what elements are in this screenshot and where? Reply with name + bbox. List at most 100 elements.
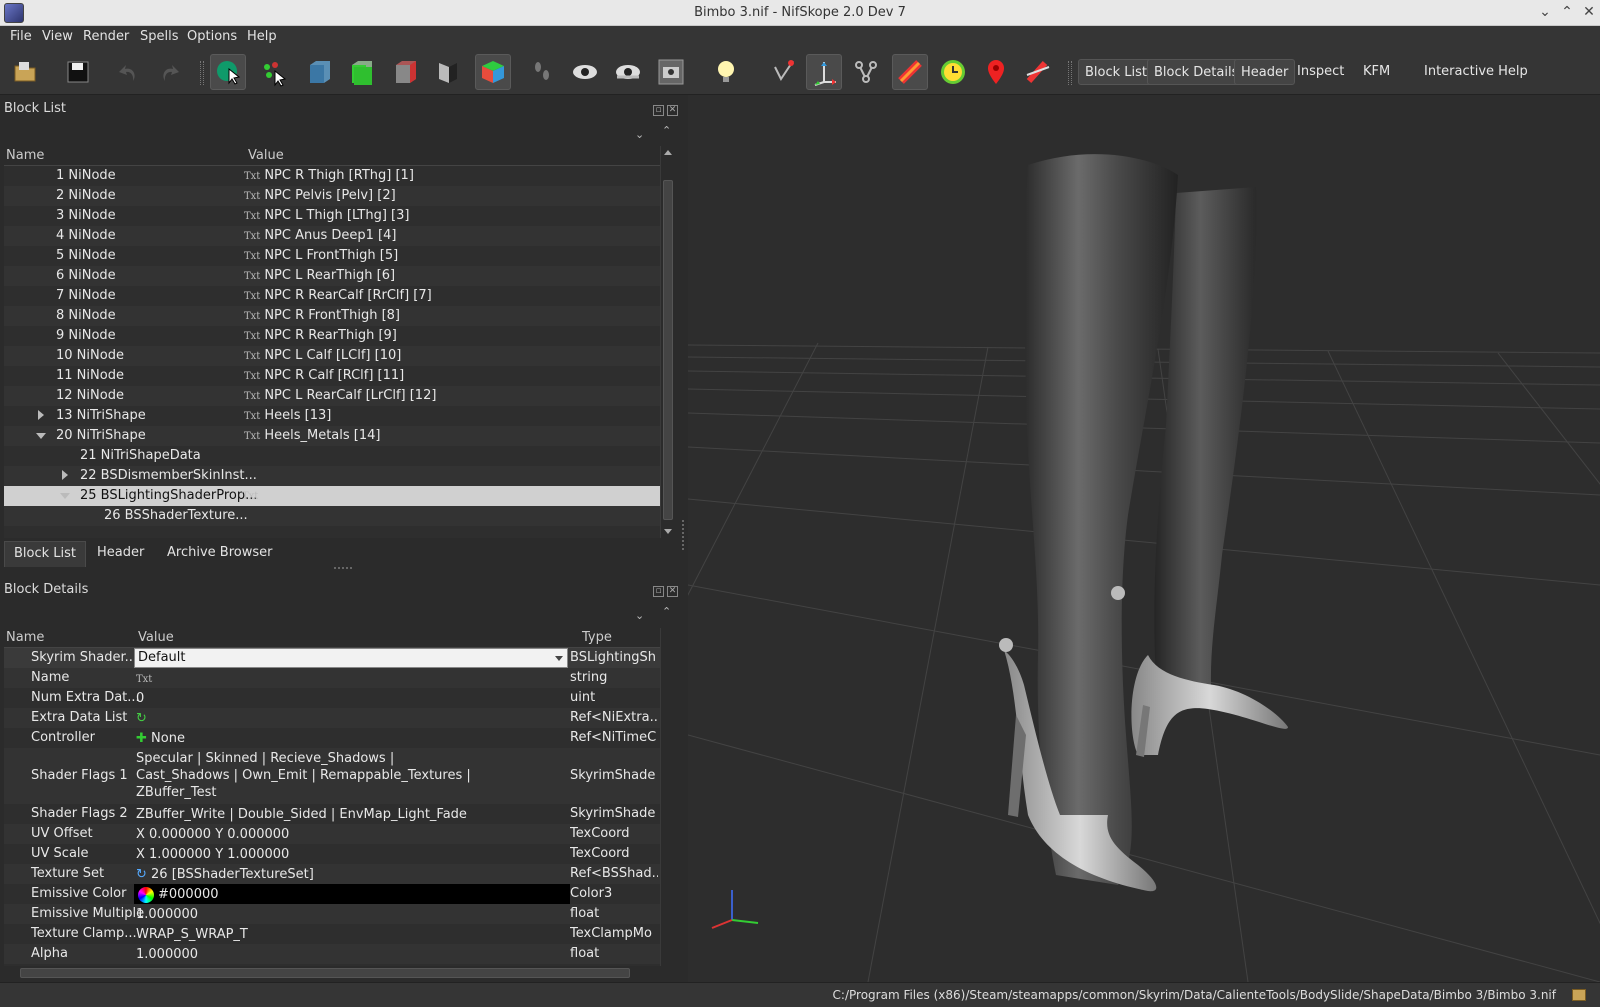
tab-archive-browser[interactable]: Archive Browser [158,541,281,567]
detail-row[interactable]: UV Offset X 0.000000 Y 0.000000 TexCoord [4,824,660,844]
view-perspective-icon[interactable] [475,54,511,90]
redo-icon[interactable] [152,54,188,90]
node-tree-icon[interactable] [848,54,884,90]
chevron-down-icon[interactable] [555,656,563,661]
eye-hidden-icon[interactable] [610,54,646,90]
block-list-scrollbar[interactable] [660,146,674,538]
block-list-toggle[interactable]: Block List [1078,59,1155,85]
shader-type-combo[interactable]: Default [134,648,568,668]
detail-row[interactable]: Alpha 1.000000 float [4,944,660,964]
menu-file[interactable]: File [10,29,32,44]
detail-value[interactable]: ↻ [136,710,147,727]
select-object-icon[interactable] [210,54,246,90]
menu-spells[interactable]: Spells [140,29,179,44]
detail-value[interactable]: ✚ None [136,730,185,747]
detail-value[interactable]: Txt [136,670,156,688]
close-icon[interactable]: ✕ [1580,3,1598,21]
detail-row[interactable]: Shader Flags 2 ZBuffer_Write | Double_Sid… [4,804,660,824]
block-list-row[interactable]: 25 BSLightingShaderProp... Txt [4,486,660,506]
column-value[interactable]: Value [248,148,284,163]
detail-row[interactable]: Skyrim Shader... Default BSLightingSh [4,648,660,668]
menu-render[interactable]: Render [83,29,129,44]
texture-icon[interactable] [892,54,928,90]
render-viewport[interactable] [688,95,1600,982]
block-list-row[interactable]: 12 NiNode Txt NPC L RearCalf [LrClf] [12] [4,386,660,406]
column-name[interactable]: Name [6,630,44,645]
detail-value[interactable]: Specular | Skinned | Recieve_Shadows | Ca… [136,750,471,801]
view-side-icon[interactable] [344,54,380,90]
detail-row[interactable]: Emissive Multiple 1.000000 float [4,904,660,924]
float-icon[interactable]: ▫ [653,586,664,597]
block-list-row[interactable]: 8 NiNode Txt NPC R FrontThigh [8] [4,306,660,326]
refresh-icon[interactable]: ↻ [136,711,147,726]
block-list-row[interactable]: 21 NiTriShapeData [4,446,660,466]
collapse-all-icon[interactable]: ⌄ [635,609,644,622]
maximize-icon[interactable]: ⌃ [1558,3,1576,21]
view-walk-icon[interactable] [430,54,466,90]
block-details-table[interactable]: Name Value Type Skyrim Shader... Default B… [4,628,662,966]
add-icon[interactable]: ✚ [136,731,151,746]
block-details-toggle[interactable]: Block Details [1147,59,1246,85]
float-icon[interactable]: ▫ [653,105,664,116]
panel-splitter-handle[interactable] [334,567,352,569]
block-list-row[interactable]: 9 NiNode Txt NPC R RearThigh [9] [4,326,660,346]
header-toggle[interactable]: Header [1234,59,1296,85]
detail-value[interactable]: X 0.000000 Y 0.000000 [136,826,289,843]
link-icon[interactable]: ↻ [136,867,151,882]
menu-help[interactable]: Help [247,29,277,44]
light-bulb-icon[interactable] [708,54,744,90]
detail-row[interactable]: Texture Clamp... WRAP_S_WRAP_T TexClampMo [4,924,660,944]
menu-view[interactable]: View [42,29,73,44]
close-dock-icon[interactable]: ✕ [667,105,678,116]
detail-value[interactable]: 1.000000 [136,906,198,923]
block-list-row[interactable]: 13 NiTriShape Txt Heels [13] [4,406,660,426]
pointer-icon[interactable] [764,54,800,90]
block-list-row[interactable]: 2 NiNode Txt NPC Pelvis [Pelv] [2] [4,186,660,206]
expand-arrow-icon[interactable] [62,470,68,480]
open-icon[interactable] [8,54,44,90]
block-list-row[interactable]: 1 NiNode Txt NPC R Thigh [RThg] [1] [4,166,660,186]
detail-row[interactable]: Controller ✚ None Ref<NiTimeC [4,728,660,748]
expand-arrow-icon[interactable] [38,410,44,420]
scroll-down-icon[interactable] [664,529,672,534]
pin-icon[interactable] [978,54,1014,90]
detail-value[interactable]: ZBuffer_Write | Double_Sided | EnvMap_Li… [136,806,467,823]
expand-all-icon[interactable]: ⌃ [662,124,671,137]
block-list-row[interactable]: 5 NiNode Txt NPC L FrontThigh [5] [4,246,660,266]
block-list-row[interactable]: 7 NiNode Txt NPC R RearCalf [RrClf] [7] [4,286,660,306]
detail-row[interactable]: UV Scale X 1.000000 Y 1.000000 TexCoord [4,844,660,864]
detail-value[interactable]: WRAP_S_WRAP_T [136,926,248,943]
detail-value[interactable]: ↻ 26 [BSShaderTextureSet] [136,866,314,883]
view-front-icon[interactable] [302,54,338,90]
detail-row[interactable]: Extra Data List ↻ Ref<NiExtra... [4,708,660,728]
axes-icon[interactable] [806,54,842,90]
block-list-row[interactable]: 10 NiNode Txt NPC L Calf [LClf] [10] [4,346,660,366]
view-top-icon[interactable] [388,54,424,90]
detail-row[interactable]: Shader Flags 1 Specular | Skinned | Recie… [4,748,660,804]
minimize-icon[interactable]: ⌄ [1536,3,1554,21]
interactive-help-toggle[interactable]: Interactive Help [1418,59,1534,85]
inspect-toggle[interactable]: Inspect [1291,59,1350,85]
tab-header[interactable]: Header [88,541,153,567]
save-icon[interactable] [60,54,96,90]
column-value[interactable]: Value [138,630,174,645]
main-splitter-handle[interactable] [682,520,685,550]
scroll-thumb[interactable] [663,180,673,520]
undo-icon[interactable] [110,54,146,90]
expand-all-icon[interactable]: ⌃ [662,605,671,618]
block-list-row[interactable]: 11 NiNode Txt NPC R Calf [RClf] [11] [4,366,660,386]
kfm-toggle[interactable]: KFM [1357,59,1396,85]
select-vertex-icon[interactable] [256,54,292,90]
detail-row[interactable]: Emissive Color #000000 Color3 [4,884,660,904]
menu-options[interactable]: Options [187,29,237,44]
block-list-row[interactable]: 20 NiTriShape Txt Heels_Metals [14] [4,426,660,446]
block-list-tree[interactable]: Name Value 1 NiNode Txt NPC R Thigh [RThg]… [4,146,674,538]
footsteps-icon[interactable] [524,54,560,90]
clock-icon[interactable] [935,54,971,90]
detail-row[interactable]: Texture Set ↻ 26 [BSShaderTextureSet] Ref<… [4,864,660,884]
block-list-row[interactable]: 3 NiNode Txt NPC L Thigh [LThg] [3] [4,206,660,226]
detail-value[interactable]: 0 [136,690,144,707]
column-type[interactable]: Type [582,630,612,645]
folder-icon[interactable] [1572,989,1586,1001]
block-list-row[interactable]: 4 NiNode Txt NPC Anus Deep1 [4] [4,226,660,246]
